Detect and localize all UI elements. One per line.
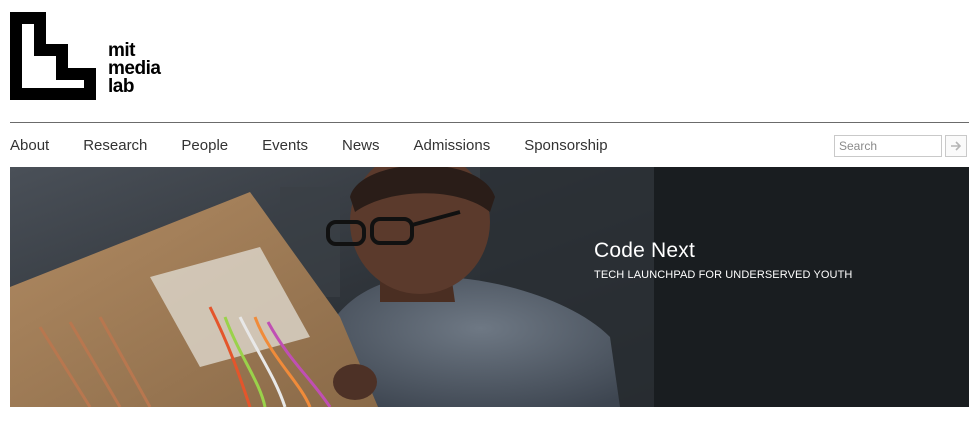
search-input[interactable] [834, 135, 942, 157]
arrow-right-icon [951, 141, 962, 151]
search-submit-button[interactable] [945, 135, 967, 157]
hero-photo [10, 167, 654, 407]
nav-sponsorship[interactable]: Sponsorship [524, 137, 607, 154]
main-nav: About Research People Events News Admiss… [10, 134, 642, 156]
nav-news[interactable]: News [342, 137, 380, 154]
nav-about[interactable]: About [10, 137, 49, 154]
nav-research[interactable]: Research [83, 137, 147, 154]
hero-banner[interactable]: Code Next TECH LAUNCHPAD FOR UNDERSERVED… [10, 167, 969, 407]
hero-title[interactable]: Code Next [594, 239, 852, 263]
nav-people[interactable]: People [181, 137, 228, 154]
header-divider [10, 122, 969, 123]
logo-word-lab: lab [108, 76, 134, 97]
nav-events[interactable]: Events [262, 137, 308, 154]
hero-caption: Code Next TECH LAUNCHPAD FOR UNDERSERVED… [594, 239, 852, 281]
mit-media-lab-logo[interactable]: mit media lab [10, 12, 180, 100]
nav-admissions[interactable]: Admissions [414, 137, 491, 154]
logo-wordmark: mit media lab [108, 41, 161, 97]
media-lab-glyph-icon [10, 12, 96, 100]
hero-subtitle: TECH LAUNCHPAD FOR UNDERSERVED YOUTH [594, 269, 853, 281]
